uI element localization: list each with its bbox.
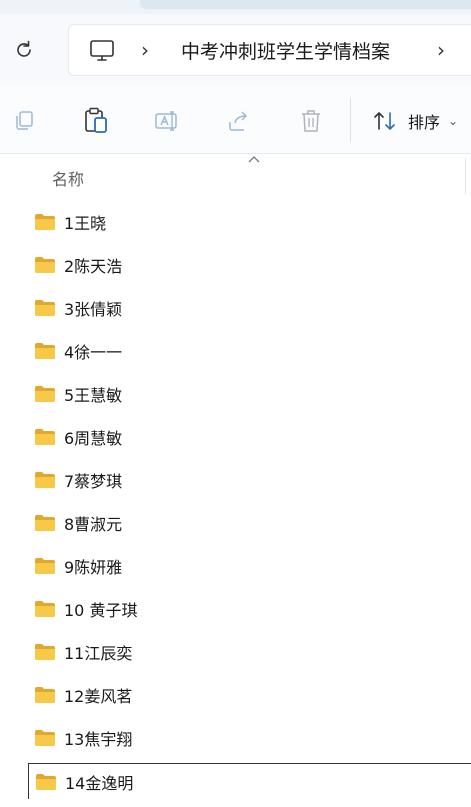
sort-icon [374,112,395,130]
folder-icon [36,773,56,790]
folder-icon [35,730,55,746]
chevron-down-icon: ⌄ [448,114,459,128]
breadcrumb-chevron-end[interactable]: › [437,38,445,62]
folder-icon [35,300,55,316]
folder-icon [35,214,55,230]
share-button[interactable] [225,107,253,135]
sort-ascending-caret-icon [248,156,260,163]
folder-item[interactable]: 7蔡梦琪 [28,462,471,498]
copy-icon [16,111,33,130]
folder-item[interactable]: 14金逸明 [28,763,471,799]
folder-name: 3张倩颖 [64,300,123,319]
column-header-name[interactable]: 名称 [52,166,84,190]
file-explorer-window: › 中考冲刺班学生学情档案 › 排序 ⌄ 名称 1王晓 2陈天浩 3张倩颖 4徐… [0,0,471,807]
folder-item[interactable]: 3张倩颖 [28,290,471,326]
folder-name: 12姜风茗 [64,687,133,706]
this-pc-icon[interactable] [89,39,115,63]
folder-icon [35,472,55,488]
breadcrumb-chevron[interactable]: › [141,38,149,62]
folder-icon [35,343,55,359]
folder-name: 10 黄子琪 [64,601,138,620]
folder-name: 8曹淑元 [64,515,123,534]
tab-strip [0,0,471,14]
folder-icon [35,429,55,445]
paste-button[interactable] [82,107,110,135]
folder-icon [35,601,55,617]
delete-icon [302,110,320,132]
folder-name: 1王晓 [64,214,107,233]
command-divider [350,98,351,142]
folder-icon [35,687,55,703]
folder-item[interactable]: 6周慧敏 [28,419,471,455]
folder-item[interactable]: 4徐一一 [28,333,471,369]
share-icon [229,111,247,131]
folder-name: 13焦宇翔 [64,730,133,749]
rename-button[interactable] [153,107,181,135]
sort-button[interactable]: 排序 ⌄ [372,104,471,138]
delete-button[interactable] [297,107,325,135]
folder-name: 7蔡梦琪 [64,472,123,491]
column-separator[interactable] [465,158,466,194]
folder-item[interactable]: 12姜风茗 [28,677,471,713]
folder-icon [35,257,55,273]
refresh-icon [17,40,31,57]
folder-item[interactable]: 2陈天浩 [28,247,471,283]
folder-item[interactable]: 8曹淑元 [28,505,471,541]
list-header: 名称 [0,154,471,194]
folder-item[interactable]: 10 黄子琪 [28,591,471,627]
folder-name: 11江辰奕 [64,644,133,663]
folder-icon [35,558,55,574]
copy-button[interactable] [10,107,38,135]
folder-icon [35,644,55,660]
folder-icon [35,386,55,402]
folder-name: 5王慧敏 [64,386,123,405]
folder-item[interactable]: 1王晓 [28,204,471,240]
rename-icon [155,111,177,131]
paste-icon [85,107,107,133]
command-bar: 排序 ⌄ [0,86,471,154]
folder-item[interactable]: 9陈妍雅 [28,548,471,584]
folder-icon [35,515,55,531]
folder-name: 9陈妍雅 [64,558,123,577]
folder-name: 14金逸明 [65,773,134,793]
address-row: › 中考冲刺班学生学情档案 › [0,14,471,86]
folder-name: 2陈天浩 [64,257,123,276]
sort-label: 排序 [408,113,441,132]
tab[interactable] [140,0,471,9]
address-bar[interactable]: › 中考冲刺班学生学情档案 › [68,24,471,76]
folder-item[interactable]: 11江辰奕 [28,634,471,670]
folder-name: 6周慧敏 [64,429,123,448]
breadcrumb-current-folder[interactable]: 中考冲刺班学生学情档案 [181,37,390,64]
refresh-button[interactable] [10,36,38,64]
folder-item[interactable]: 5王慧敏 [28,376,471,412]
folder-name: 4徐一一 [64,343,123,362]
folder-item[interactable]: 13焦宇翔 [28,720,471,756]
